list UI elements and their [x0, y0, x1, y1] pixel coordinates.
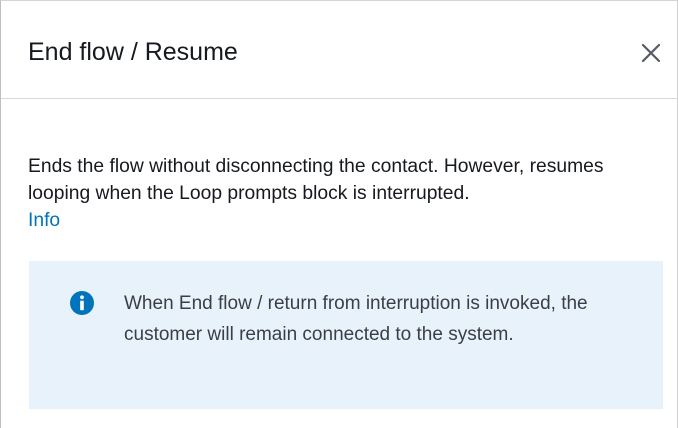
- alert-message: When End flow / return from interruption…: [124, 293, 588, 345]
- description-text: Ends the flow without disconnecting the …: [28, 156, 604, 204]
- panel-header: End flow / Resume: [1, 1, 678, 99]
- block-properties-panel: End flow / Resume Ends the flow without …: [0, 0, 678, 428]
- info-circle-icon: [70, 291, 94, 315]
- info-alert: When End flow / return from interruption…: [29, 261, 663, 409]
- close-icon: [641, 43, 661, 63]
- info-link[interactable]: Info: [28, 210, 60, 231]
- close-button[interactable]: [637, 39, 665, 67]
- panel-title: End flow / Resume: [28, 38, 238, 66]
- block-description: Ends the flow without disconnecting the …: [28, 153, 668, 234]
